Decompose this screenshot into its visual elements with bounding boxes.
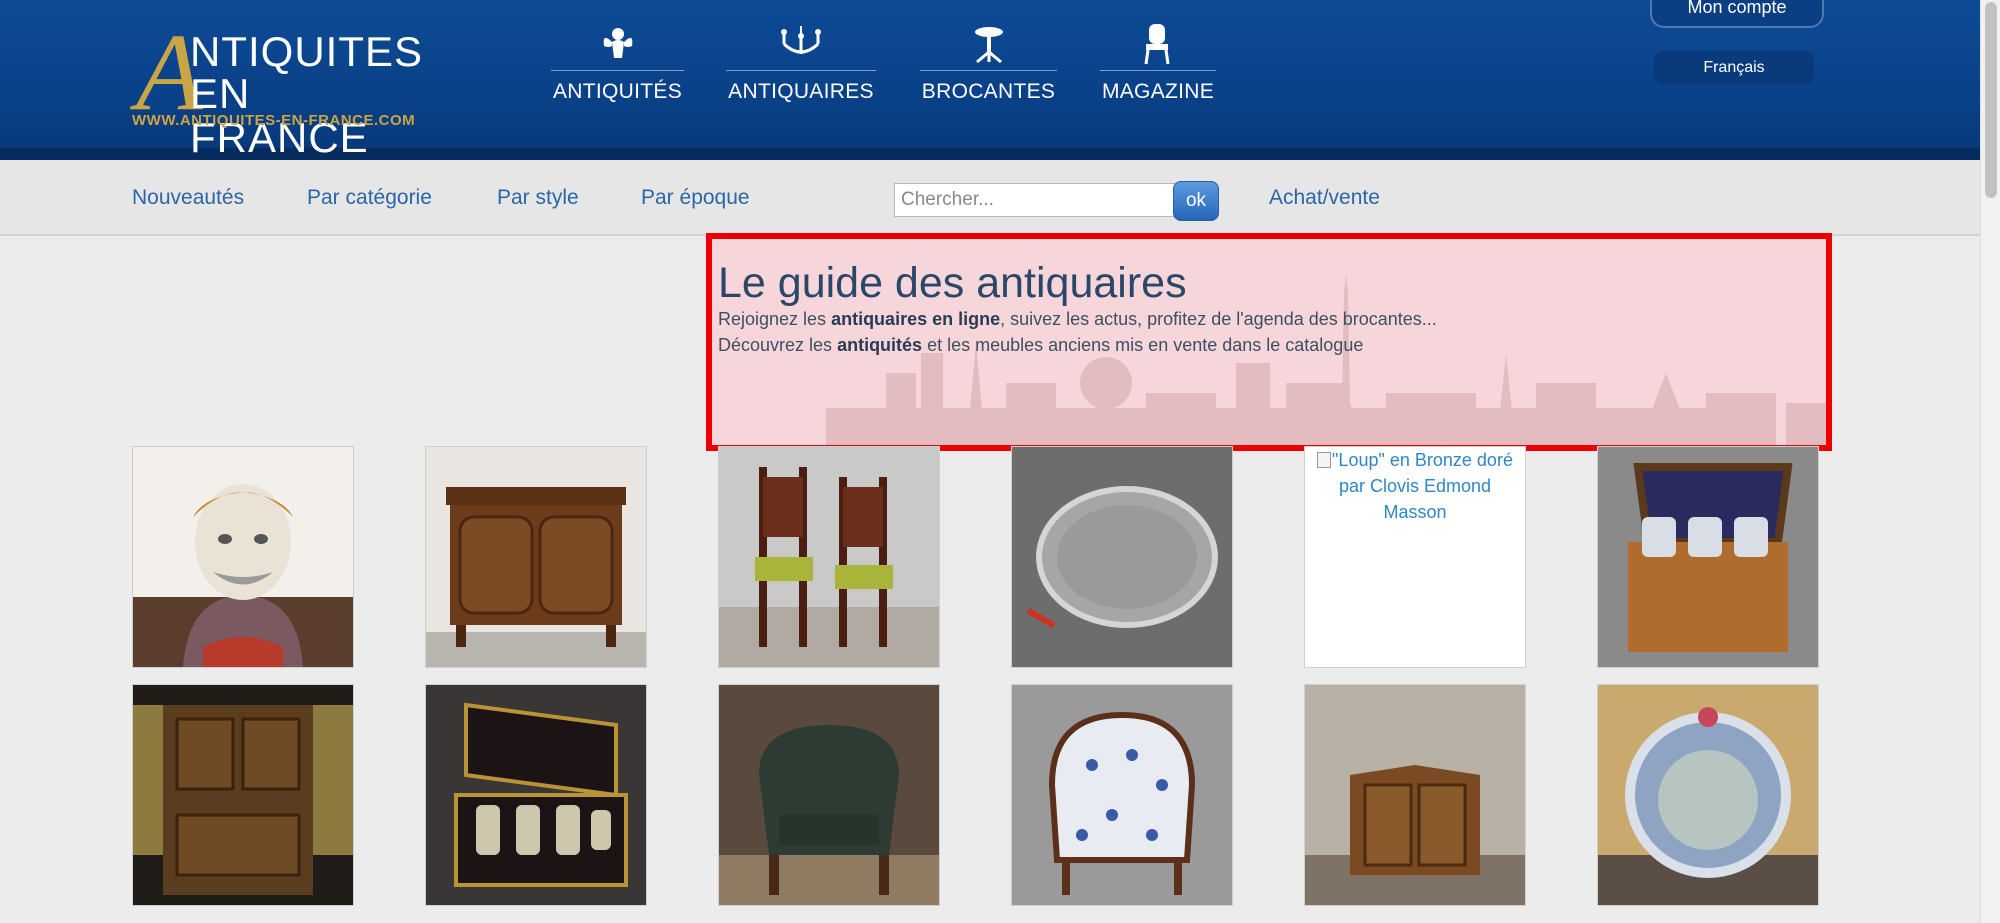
product-thumbnail[interactable] [718,446,940,668]
chandelier-icon [726,22,876,66]
product-thumbnail[interactable] [1304,684,1526,906]
decanter-box-image [1598,447,1818,667]
link-achat-vente[interactable]: Achat/vente [1269,186,1380,210]
logo-url: WWW.ANTIQUITES-EN-FRANCE.COM [132,112,416,129]
tall-cabinet-image [133,685,353,905]
silver-tray-image [1012,447,1232,667]
nav-divider [551,70,684,71]
broken-image-icon [1317,452,1332,468]
banner-line-2-suffix: et les meubles anciens mis en vente dans… [922,335,1364,355]
nav-divider [1100,70,1216,71]
product-thumbnail[interactable] [132,446,354,668]
site-header: A NTIQUITES EN FRANCE WWW.ANTIQUITES-EN-… [0,0,1980,160]
product-thumbnail[interactable] [1597,446,1819,668]
product-thumbnail[interactable]: "Loup" en Bronze doré par Clovis Edmond … [1304,446,1526,668]
product-thumbnail[interactable] [1597,684,1819,906]
nav-brocantes[interactable]: BROCANTES [920,22,1057,112]
logo-line-1: NTIQUITES [190,28,424,75]
nav-label: ANTIQUAIRES [728,80,874,103]
guide-banner: Le guide des antiquaires Rejoignez les a… [706,233,1832,451]
account-button[interactable]: Mon compte [1650,0,1824,28]
gueridon-table-icon [920,22,1057,66]
nav-magazine[interactable]: MAGAZINE [1100,22,1216,112]
floral-armchair-image [1012,685,1232,905]
product-thumbnail[interactable] [718,684,940,906]
pair-of-chairs-image [719,447,939,667]
link-par-epoque[interactable]: Par époque [641,186,750,210]
product-thumbnail[interactable] [132,684,354,906]
corner-cabinet-image [1305,685,1525,905]
antiquaires-link[interactable]: antiquaires en ligne [831,309,1000,329]
language-selector[interactable]: Français [1654,51,1814,85]
product-thumbnail[interactable] [425,446,647,668]
nav-antiquites[interactable]: ANTIQUITÉS [551,22,684,112]
nav-antiquaires[interactable]: ANTIQUAIRES [726,22,876,112]
cherub-icon [551,22,684,66]
link-par-categorie[interactable]: Par catégorie [307,186,432,210]
search-input[interactable] [894,183,1180,217]
scrollbar-thumb[interactable] [1985,2,1997,198]
search-button[interactable]: ok [1173,181,1219,221]
secondary-nav: Nouveautés Par catégorie Par style Par é… [0,160,1980,236]
banner-line-1: Rejoignez les antiquaires en ligne, suiv… [718,309,1437,330]
site-logo[interactable]: A NTIQUITES EN FRANCE WWW.ANTIQUITES-EN-… [130,17,440,160]
nav-divider [920,70,1057,71]
product-thumbnail[interactable] [1011,446,1233,668]
liquor-cellar-image [426,685,646,905]
bust-jug-image [133,447,353,667]
nav-label: ANTIQUITÉS [552,80,682,103]
antiquites-link[interactable]: antiquités [837,335,922,355]
nav-label: MAGAZINE [1101,80,1215,103]
banner-title: Le guide des antiquaires [718,259,1187,307]
banner-line-2: Découvrez les antiquités et les meubles … [718,335,1363,356]
armchair-icon [1100,22,1216,66]
venetian-mirror-image [1598,685,1818,905]
banner-line-1-suffix: , suivez les actus, profitez de l'agenda… [1000,309,1437,329]
product-thumbnail[interactable] [425,684,647,906]
nav-label: BROCANTES [921,80,1056,103]
walnut-cabinet-image [426,447,646,667]
link-nouveautes[interactable]: Nouveautés [132,186,244,210]
link-par-style[interactable]: Par style [497,186,579,210]
leather-armchair-image [719,685,939,905]
nav-divider [726,70,876,71]
page-scrollbar[interactable] [1980,0,2000,923]
banner-line-2-prefix: Découvrez les [718,335,838,355]
broken-image-alt-text: "Loup" en Bronze doré par Clovis Edmond … [1305,447,1525,525]
product-thumbnail[interactable] [1011,684,1233,906]
banner-line-1-prefix: Rejoignez les [718,309,832,329]
